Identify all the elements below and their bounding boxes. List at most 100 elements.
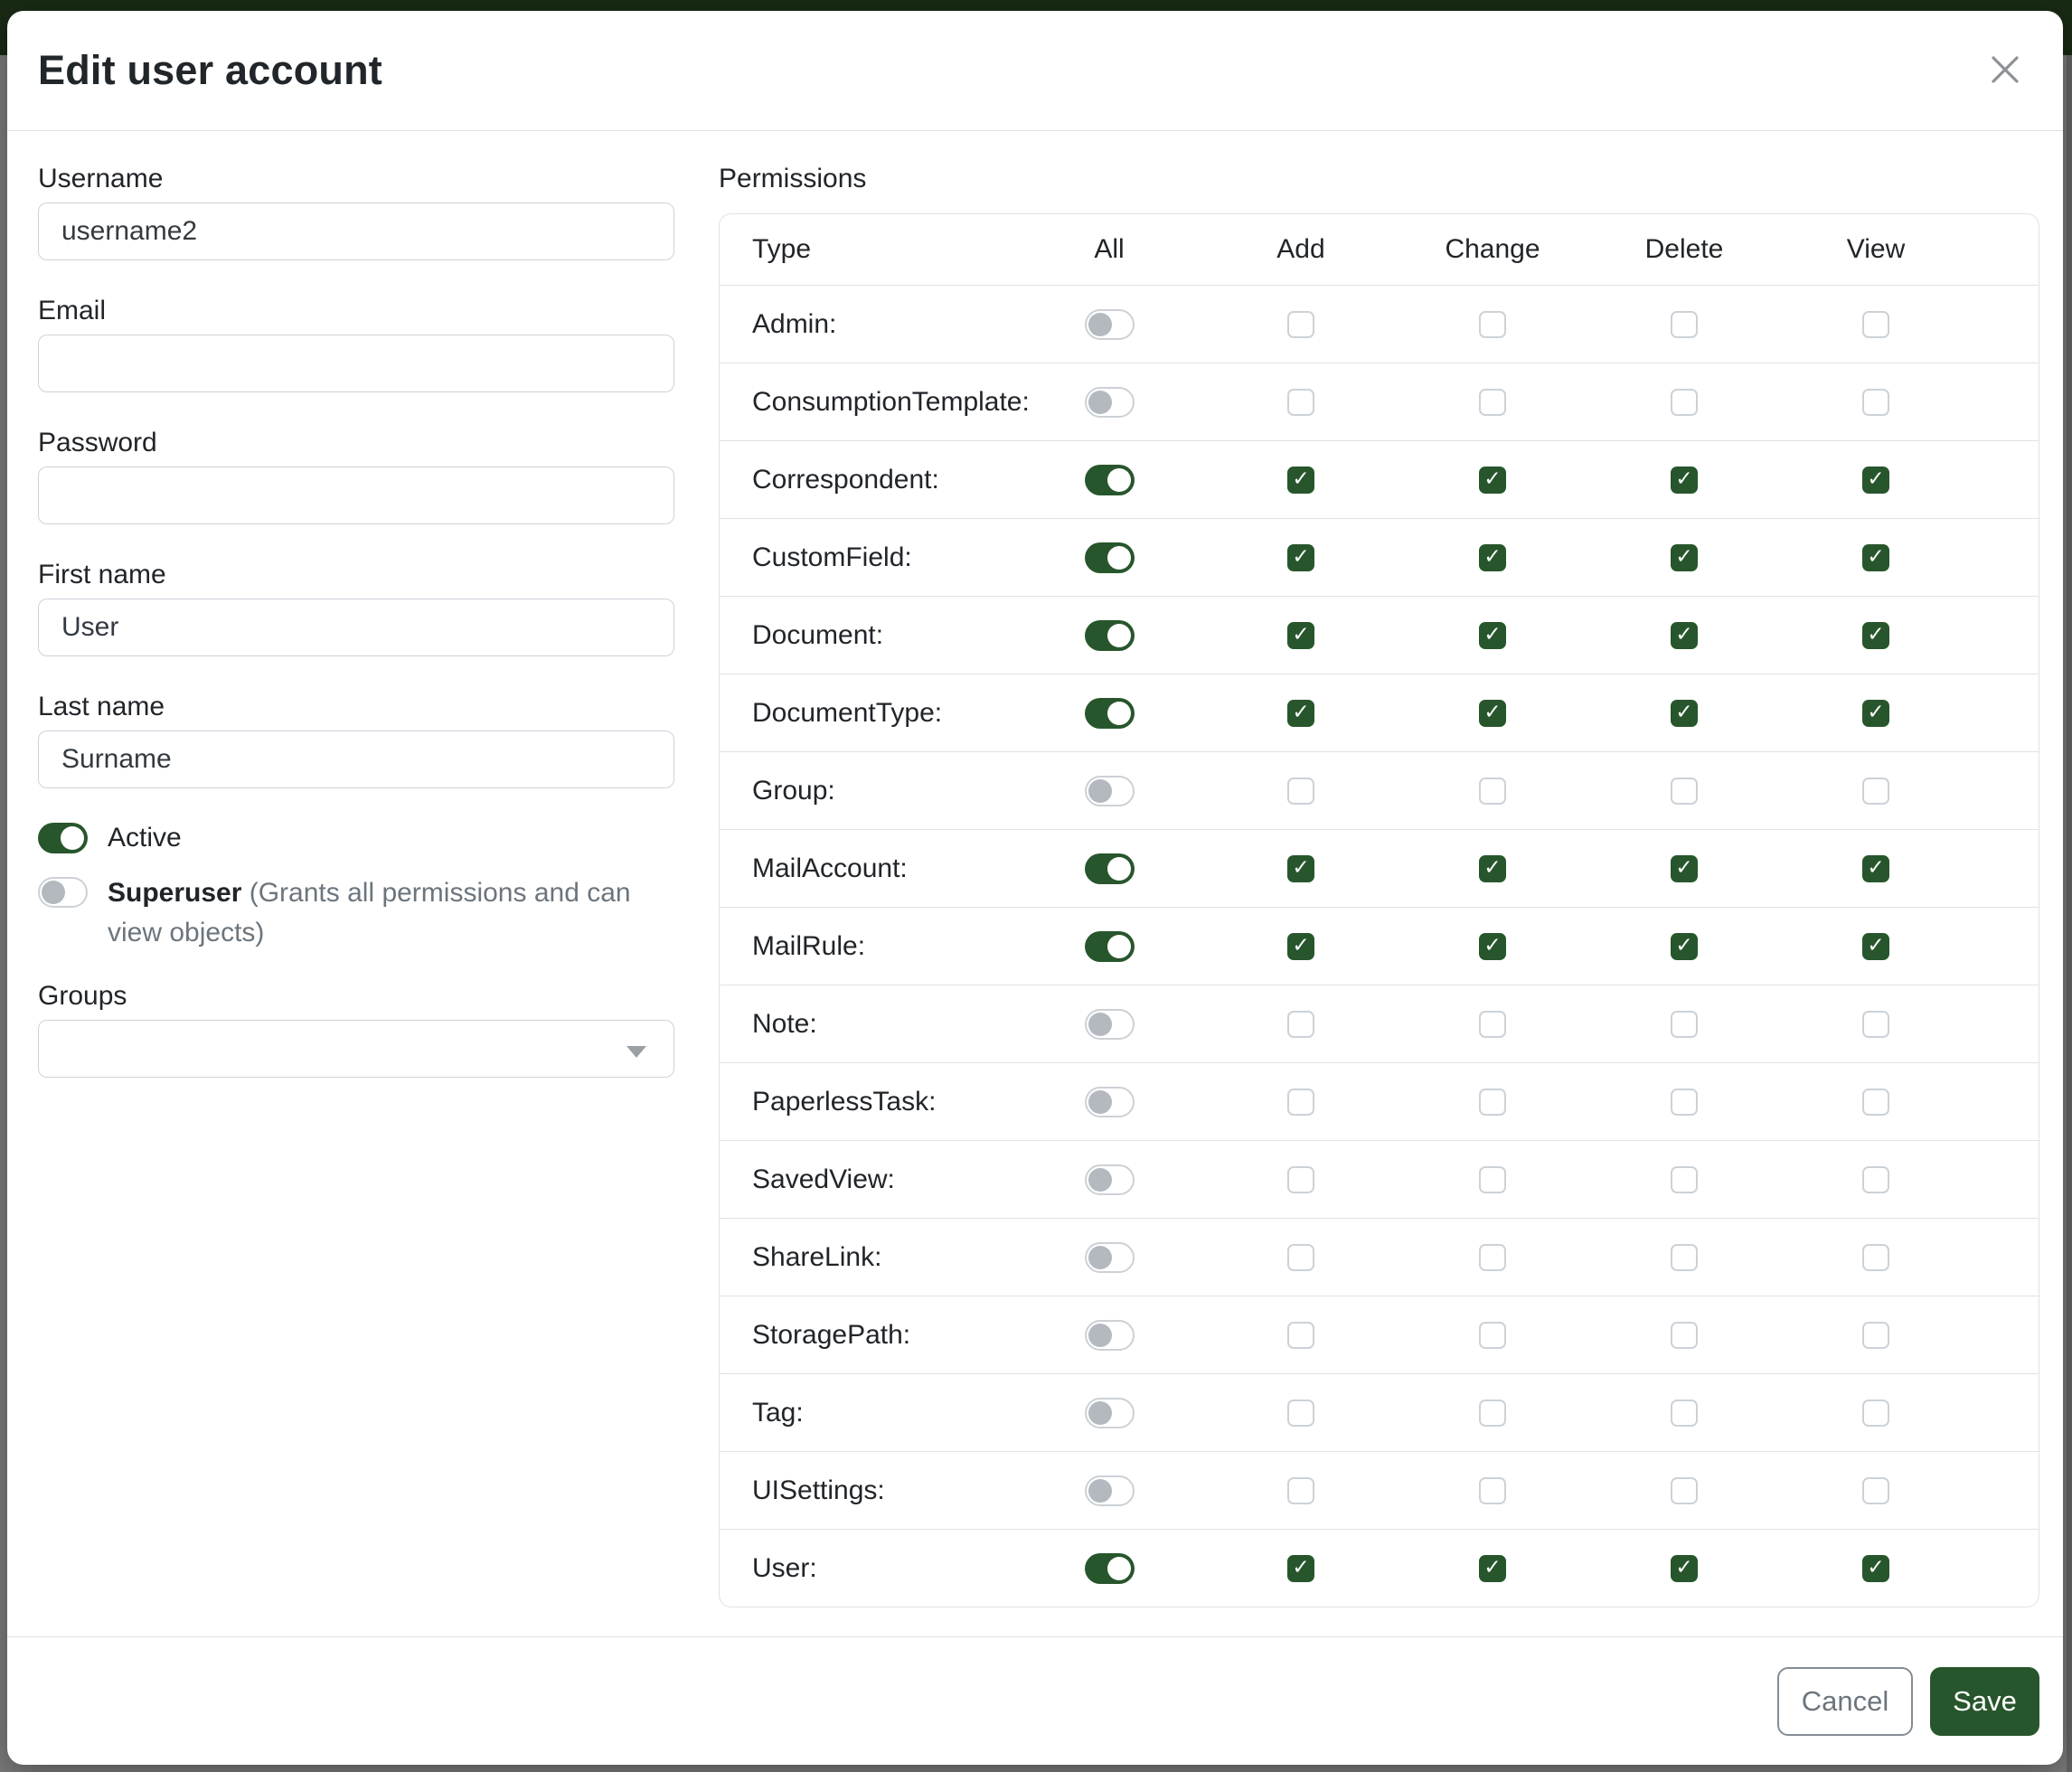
permission-add-checkbox[interactable] (1287, 1089, 1314, 1116)
permission-add-checkbox[interactable] (1287, 1166, 1314, 1193)
permission-add-checkbox[interactable] (1287, 622, 1314, 649)
permission-delete-checkbox[interactable] (1671, 1400, 1698, 1427)
permission-change-checkbox[interactable] (1479, 855, 1506, 882)
first-name-label: First name (38, 559, 674, 591)
permission-view-checkbox[interactable] (1862, 778, 1889, 805)
permission-change-checkbox[interactable] (1479, 1089, 1506, 1116)
permission-change-checkbox[interactable] (1479, 622, 1506, 649)
permission-view-checkbox[interactable] (1862, 1477, 1889, 1504)
permission-all-toggle[interactable] (1085, 853, 1135, 884)
permission-add-checkbox[interactable] (1287, 700, 1314, 727)
page-scrollbar[interactable] (2067, 55, 2072, 1772)
permission-view-checkbox[interactable] (1862, 1555, 1889, 1582)
groups-select[interactable] (38, 1020, 674, 1078)
close-button[interactable] (1983, 49, 2027, 92)
permission-change-checkbox[interactable] (1479, 1555, 1506, 1582)
permission-view-checkbox[interactable] (1862, 1244, 1889, 1271)
save-button[interactable]: Save (1930, 1667, 2039, 1736)
permission-view-checkbox[interactable] (1862, 1400, 1889, 1427)
permission-change-checkbox[interactable] (1479, 1400, 1506, 1427)
permission-delete-checkbox[interactable] (1671, 1244, 1698, 1271)
permission-change-checkbox[interactable] (1479, 1244, 1506, 1271)
permission-add-checkbox[interactable] (1287, 467, 1314, 494)
permission-change-checkbox[interactable] (1479, 700, 1506, 727)
permission-change-checkbox[interactable] (1479, 1166, 1506, 1193)
cancel-button[interactable]: Cancel (1777, 1667, 1913, 1736)
last-name-input[interactable] (38, 730, 674, 788)
permission-add-checkbox[interactable] (1287, 389, 1314, 416)
permission-delete-checkbox[interactable] (1671, 311, 1698, 338)
permission-view-checkbox[interactable] (1862, 855, 1889, 882)
permission-all-toggle[interactable] (1085, 1320, 1135, 1351)
permission-change-checkbox[interactable] (1479, 389, 1506, 416)
permission-delete-checkbox[interactable] (1671, 467, 1698, 494)
permission-all-toggle[interactable] (1085, 1398, 1135, 1428)
permission-add-checkbox[interactable] (1287, 1322, 1314, 1349)
permission-add-checkbox[interactable] (1287, 1244, 1314, 1271)
permission-row: Tag: (720, 1373, 2039, 1451)
permission-change-checkbox[interactable] (1479, 467, 1506, 494)
permission-delete-checkbox[interactable] (1671, 544, 1698, 571)
permission-delete-checkbox[interactable] (1671, 389, 1698, 416)
permission-add-checkbox[interactable] (1287, 1477, 1314, 1504)
permission-all-toggle[interactable] (1085, 1164, 1135, 1195)
permission-all-toggle[interactable] (1085, 1009, 1135, 1040)
permission-add-checkbox[interactable] (1287, 544, 1314, 571)
permission-all-toggle[interactable] (1085, 1087, 1135, 1117)
permission-view-checkbox[interactable] (1862, 467, 1889, 494)
permission-add-checkbox[interactable] (1287, 855, 1314, 882)
superuser-toggle[interactable] (38, 877, 88, 908)
permission-add-checkbox[interactable] (1287, 1555, 1314, 1582)
permission-add-checkbox[interactable] (1287, 1011, 1314, 1038)
permission-change-checkbox[interactable] (1479, 544, 1506, 571)
permission-delete-checkbox[interactable] (1671, 1011, 1698, 1038)
permission-delete-checkbox[interactable] (1671, 778, 1698, 805)
permission-all-toggle[interactable] (1085, 542, 1135, 573)
permission-delete-checkbox[interactable] (1671, 1089, 1698, 1116)
permission-all-toggle[interactable] (1085, 387, 1135, 418)
permission-all-toggle[interactable] (1085, 620, 1135, 651)
permission-view-checkbox[interactable] (1862, 389, 1889, 416)
permission-view-checkbox[interactable] (1862, 1166, 1889, 1193)
permission-delete-checkbox[interactable] (1671, 1477, 1698, 1504)
permission-all-toggle[interactable] (1085, 698, 1135, 729)
permission-view-checkbox[interactable] (1862, 700, 1889, 727)
permission-add-checkbox[interactable] (1287, 778, 1314, 805)
permission-delete-checkbox[interactable] (1671, 1322, 1698, 1349)
password-input[interactable] (38, 467, 674, 524)
permission-change-checkbox[interactable] (1479, 1011, 1506, 1038)
permission-all-toggle[interactable] (1085, 776, 1135, 806)
permission-view-checkbox[interactable] (1862, 933, 1889, 960)
permission-add-checkbox[interactable] (1287, 311, 1314, 338)
permission-all-toggle[interactable] (1085, 931, 1135, 962)
permission-add-checkbox[interactable] (1287, 1400, 1314, 1427)
permission-delete-checkbox[interactable] (1671, 855, 1698, 882)
permission-change-checkbox[interactable] (1479, 1477, 1506, 1504)
permission-all-toggle[interactable] (1085, 465, 1135, 495)
username-input[interactable] (38, 203, 674, 260)
permission-delete-checkbox[interactable] (1671, 1555, 1698, 1582)
permission-change-checkbox[interactable] (1479, 778, 1506, 805)
permission-delete-checkbox[interactable] (1671, 1166, 1698, 1193)
permission-add-checkbox[interactable] (1287, 933, 1314, 960)
permission-view-checkbox[interactable] (1862, 544, 1889, 571)
active-toggle[interactable] (38, 823, 88, 853)
permission-change-checkbox[interactable] (1479, 311, 1506, 338)
permission-delete-checkbox[interactable] (1671, 700, 1698, 727)
permission-all-toggle[interactable] (1085, 1553, 1135, 1584)
permission-change-checkbox[interactable] (1479, 933, 1506, 960)
permission-view-checkbox[interactable] (1862, 622, 1889, 649)
email-input[interactable] (38, 335, 674, 392)
permission-all-toggle[interactable] (1085, 309, 1135, 340)
permission-view-checkbox[interactable] (1862, 311, 1889, 338)
permission-delete-checkbox[interactable] (1671, 933, 1698, 960)
toggle-knob (1088, 1246, 1112, 1269)
first-name-input[interactable] (38, 599, 674, 656)
permission-all-toggle[interactable] (1085, 1242, 1135, 1273)
permission-view-checkbox[interactable] (1862, 1322, 1889, 1349)
permission-change-checkbox[interactable] (1479, 1322, 1506, 1349)
permission-view-checkbox[interactable] (1862, 1089, 1889, 1116)
permission-delete-checkbox[interactable] (1671, 622, 1698, 649)
permission-view-checkbox[interactable] (1862, 1011, 1889, 1038)
permission-all-toggle[interactable] (1085, 1475, 1135, 1506)
